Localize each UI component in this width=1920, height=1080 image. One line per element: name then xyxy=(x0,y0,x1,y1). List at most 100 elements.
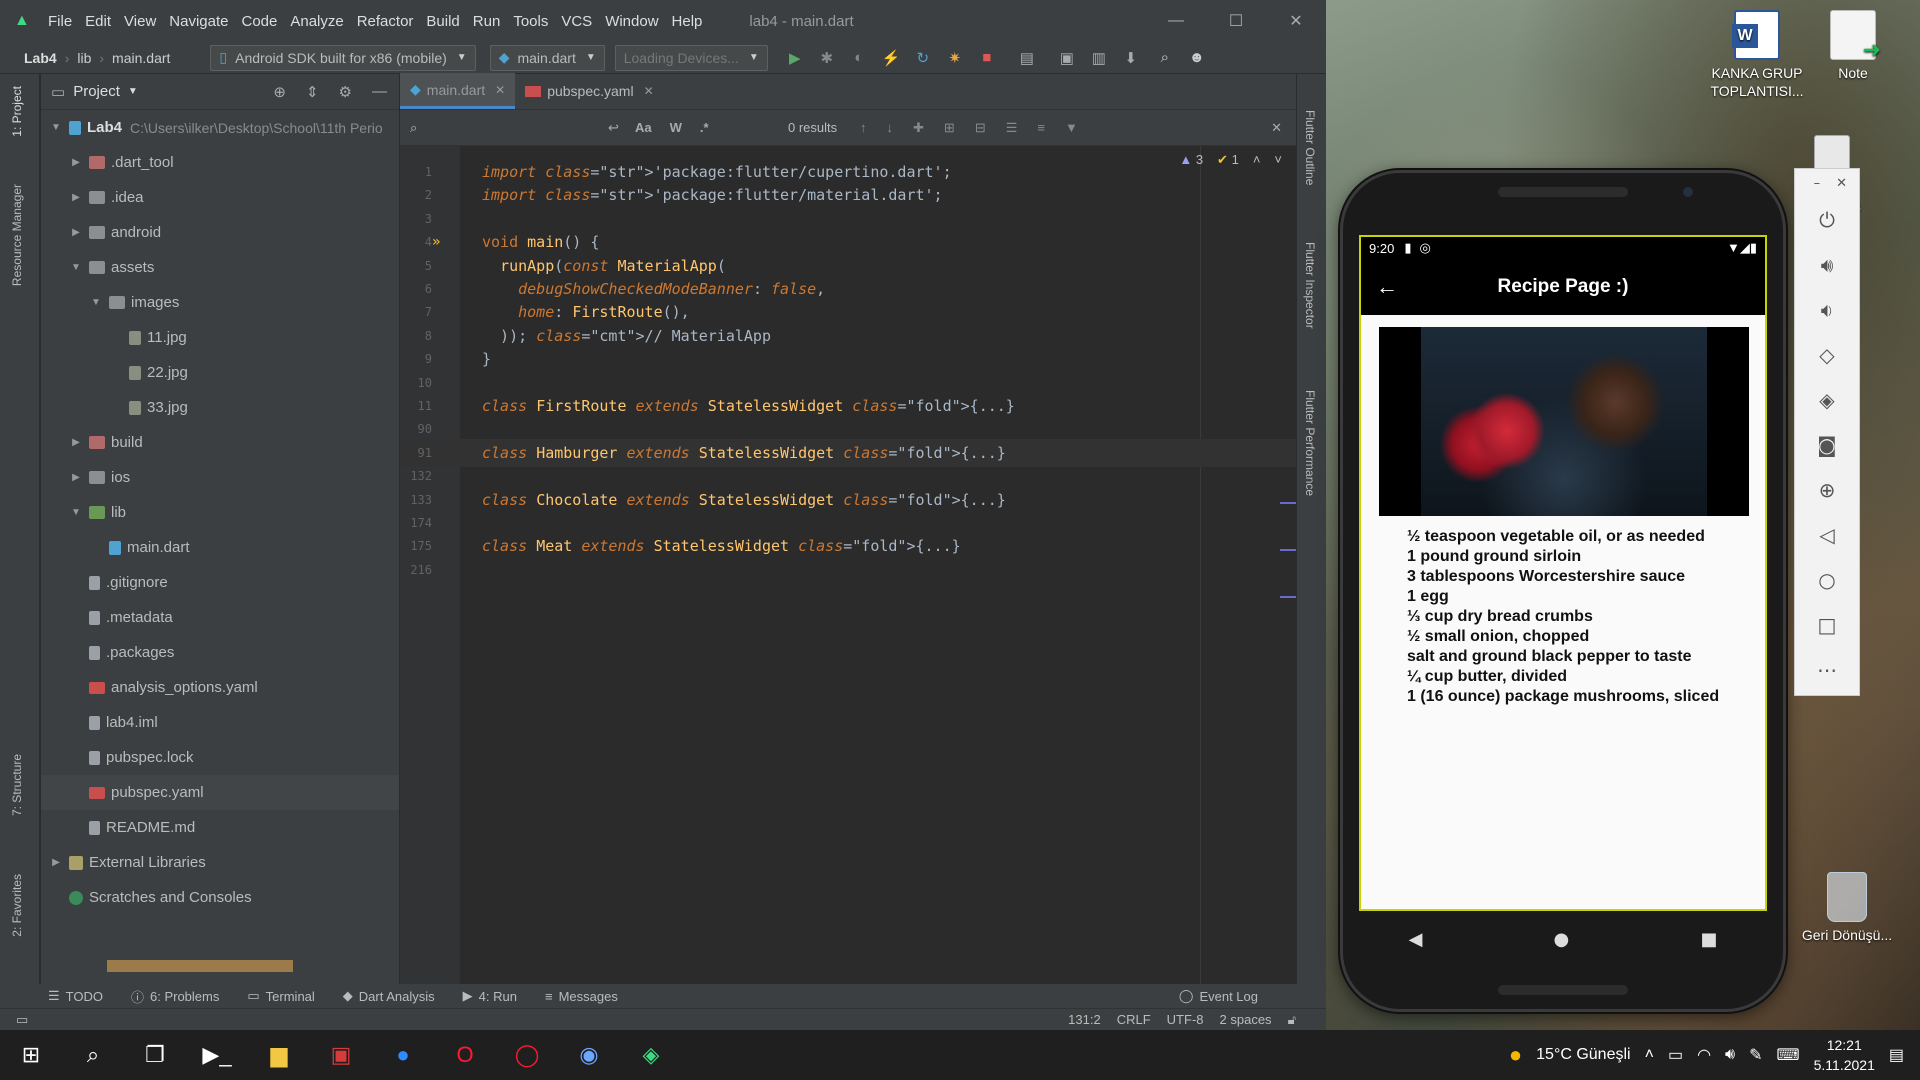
code-line[interactable]: 216 xyxy=(400,556,1296,584)
sdk-manager-icon[interactable]: ⬇ xyxy=(1118,45,1144,71)
tree-item[interactable]: ▼ lib xyxy=(41,495,399,530)
breadcrumb-project[interactable]: Lab4 xyxy=(24,50,57,66)
account-icon[interactable]: ☻ xyxy=(1184,45,1210,71)
file-encoding[interactable]: UTF-8 xyxy=(1167,1012,1204,1027)
run-icon[interactable]: ▶ xyxy=(782,45,808,71)
search-icon[interactable]: ⌕ xyxy=(1152,45,1178,71)
tree-item[interactable]: .gitignore xyxy=(41,565,399,600)
close-icon[interactable]: ✕ xyxy=(1271,120,1282,136)
tab-flutter-inspector[interactable]: Flutter Inspector xyxy=(1303,242,1317,329)
tab-resource-manager[interactable]: Resource Manager xyxy=(10,184,24,286)
project-structure-icon[interactable]: ▤ xyxy=(1014,45,1040,71)
close-icon[interactable]: ✕ xyxy=(1836,176,1847,191)
menu-navigate[interactable]: Navigate xyxy=(169,13,228,30)
keyboard-icon[interactable]: ⌨ xyxy=(1777,1045,1800,1065)
tree-item[interactable]: 22.jpg xyxy=(41,355,399,390)
chevron-right-icon[interactable]: ▶ xyxy=(69,157,83,168)
maximize-icon[interactable]: ☐ xyxy=(1206,0,1266,42)
opera-gx-icon[interactable]: ◯ xyxy=(496,1030,558,1080)
home-icon[interactable]: ○ xyxy=(1795,557,1859,602)
tree-item[interactable]: 33.jpg xyxy=(41,390,399,425)
menu-window[interactable]: Window xyxy=(605,13,658,30)
remove-selection-icon[interactable]: ⊟ xyxy=(975,120,986,136)
select-all-icon[interactable]: ☰ xyxy=(1006,120,1018,136)
rotate-left-icon[interactable]: ◇ xyxy=(1795,332,1859,377)
tree-item[interactable]: ▶ ios xyxy=(41,460,399,495)
zoom-icon[interactable]: ⊕ xyxy=(1795,467,1859,512)
todo-tab[interactable]: ☰ TODO xyxy=(48,988,103,1004)
network-icon[interactable]: ▭ xyxy=(1668,1045,1683,1065)
tab-favorites[interactable]: 2: Favorites xyxy=(10,874,24,937)
tree-item[interactable]: ▼ assets xyxy=(41,250,399,285)
tree-item[interactable]: pubspec.lock xyxy=(41,740,399,775)
tree-item[interactable]: pubspec.yaml xyxy=(41,775,399,810)
search-input[interactable] xyxy=(430,114,590,142)
tab-project[interactable]: 1: Project xyxy=(10,86,24,137)
tree-item[interactable]: analysis_options.yaml xyxy=(41,670,399,705)
screenshot-icon[interactable]: ◙ xyxy=(1795,422,1859,467)
notifications-icon[interactable]: ▤ xyxy=(1889,1045,1904,1065)
debug-icon[interactable]: ✱ xyxy=(814,45,840,71)
chevron-up-icon[interactable]: ˄ xyxy=(1645,1046,1654,1064)
terminal-app-icon[interactable]: ▶_ xyxy=(186,1030,248,1080)
desktop-icon-word-doc[interactable]: W KANKA GRUP TOPLANTISI... xyxy=(1702,10,1812,100)
arrow-down-icon[interactable]: ↓ xyxy=(887,120,894,136)
chevron-down-icon[interactable]: ▼ xyxy=(89,297,103,308)
arrow-back-icon[interactable]: ← xyxy=(1361,274,1413,300)
chevron-right-icon[interactable]: ▶ xyxy=(69,472,83,483)
volume-up-icon[interactable]: 🔊︎ xyxy=(1795,242,1859,287)
weather-text[interactable]: 15°C Güneşli xyxy=(1536,1046,1630,1064)
tree-item[interactable]: ▶ .idea xyxy=(41,180,399,215)
device-manager-icon[interactable]: ▥ xyxy=(1086,45,1112,71)
menu-vcs[interactable]: VCS xyxy=(561,13,592,30)
file-explorer-icon[interactable]: ▆ xyxy=(248,1030,310,1080)
breadcrumb-lib[interactable]: lib xyxy=(77,50,91,66)
hide-icon[interactable]: — xyxy=(372,83,387,101)
tree-item[interactable]: ▶ .dart_tool xyxy=(41,145,399,180)
messages-tab[interactable]: ≡ Messages xyxy=(545,989,618,1004)
profile-icon[interactable]: ◐ xyxy=(846,45,872,71)
tree-item[interactable]: ▼ images xyxy=(41,285,399,320)
whole-word-toggle[interactable]: W xyxy=(670,120,682,135)
tree-item[interactable]: .metadata xyxy=(41,600,399,635)
desktop-icon-recycle-bin[interactable]: Geri Dönüşü... xyxy=(1792,872,1902,944)
horizontal-scrollbar[interactable] xyxy=(107,960,293,972)
menu-refactor[interactable]: Refactor xyxy=(357,13,414,30)
chevron-right-icon[interactable]: ▶ xyxy=(69,437,83,448)
tab-main-dart[interactable]: ◆ main.dart ✕ xyxy=(400,73,516,109)
volume-down-icon[interactable]: 🔉︎ xyxy=(1795,287,1859,332)
loading-devices-selector[interactable]: Loading Devices... ▼ xyxy=(614,44,768,71)
close-icon[interactable]: ✕ xyxy=(495,83,505,97)
tab-pubspec-yaml[interactable]: pubspec.yaml ✕ xyxy=(515,73,663,109)
nav-back-icon[interactable]: ◀ xyxy=(1409,929,1423,950)
run-tab[interactable]: ▶ 4: Run xyxy=(463,988,517,1004)
attach-icon[interactable]: ✷ xyxy=(942,45,968,71)
tree-item[interactable]: 11.jpg xyxy=(41,320,399,355)
nav-home-icon[interactable]: ● xyxy=(1554,929,1570,950)
indent-setting[interactable]: 2 spaces xyxy=(1220,1012,1272,1027)
gear-icon[interactable]: ⚙ xyxy=(339,83,352,101)
tree-item[interactable]: README.md xyxy=(41,810,399,845)
breadcrumb-file[interactable]: main.dart xyxy=(112,50,170,66)
regex-toggle[interactable]: .* xyxy=(700,120,709,135)
tree-item[interactable]: .packages xyxy=(41,635,399,670)
caret-position[interactable]: 131:2 xyxy=(1068,1012,1101,1027)
stop-icon[interactable]: ■ xyxy=(974,45,1000,71)
tab-structure[interactable]: 7: Structure xyxy=(10,754,24,816)
volume-icon[interactable]: 🔊︎ xyxy=(1725,1046,1735,1064)
system-clock[interactable]: 12:21 5.11.2021 xyxy=(1814,1035,1875,1075)
menu-tools[interactable]: Tools xyxy=(513,13,548,30)
menu-analyze[interactable]: Analyze xyxy=(290,13,343,30)
avd-manager-icon[interactable]: ▣ xyxy=(1054,45,1080,71)
back-icon[interactable]: ◁ xyxy=(1795,512,1859,557)
power-icon[interactable]: ⏻ xyxy=(1795,197,1859,242)
desktop-icon-note[interactable]: ➜ Note xyxy=(1798,10,1908,82)
pinned-app-icon[interactable]: ◉ xyxy=(558,1030,620,1080)
tree-item[interactable]: ▶ build xyxy=(41,425,399,460)
zoom-app-icon[interactable]: ● xyxy=(372,1030,434,1080)
tree-item[interactable]: Scratches and Consoles xyxy=(41,880,399,915)
minimize-icon[interactable]: – xyxy=(1814,176,1821,191)
menu-file[interactable]: File xyxy=(48,13,72,30)
rotate-right-icon[interactable]: ◈ xyxy=(1795,377,1859,422)
chevron-down-icon[interactable]: ▼ xyxy=(69,262,83,273)
